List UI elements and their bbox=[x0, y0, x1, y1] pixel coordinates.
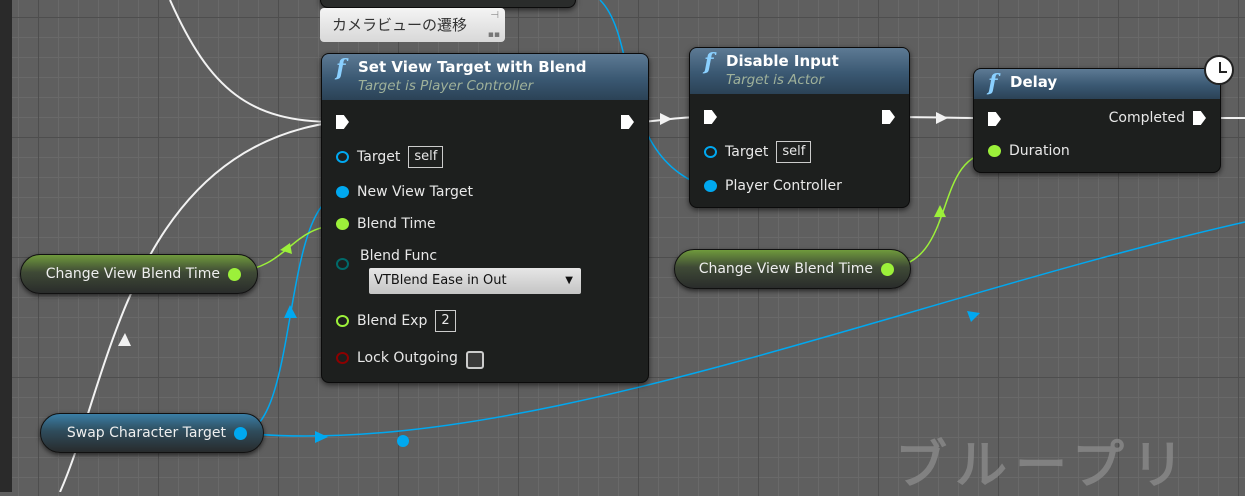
set-view-target-node[interactable]: f Set View Target with Blend Target is P… bbox=[321, 53, 649, 383]
pin-label: Player Controller bbox=[725, 178, 842, 194]
lock-outgoing-pin[interactable] bbox=[336, 352, 349, 364]
pin-label: New View Target bbox=[357, 184, 473, 200]
wire-arrow bbox=[936, 112, 948, 124]
exec-out-pin[interactable] bbox=[882, 110, 895, 124]
exec-wire bbox=[169, 0, 336, 123]
node-subtitle: Target is Player Controller bbox=[358, 78, 534, 94]
function-icon: f bbox=[704, 49, 714, 75]
pin-label: Target bbox=[725, 144, 769, 160]
variable-label: Change View Blend Time bbox=[698, 261, 873, 277]
blend-exp-pin[interactable] bbox=[336, 315, 349, 327]
swap-character-target-getter[interactable]: Swap Character Target bbox=[40, 413, 264, 453]
pin-label: Duration bbox=[1009, 143, 1070, 159]
clock-icon bbox=[1204, 55, 1234, 85]
function-icon: f bbox=[988, 70, 998, 96]
player-controller-pin[interactable] bbox=[704, 180, 717, 192]
pin-label: Blend Func bbox=[360, 248, 438, 264]
exec-out-pin[interactable] bbox=[621, 115, 634, 129]
pin-icon[interactable]: ⊣ bbox=[490, 10, 499, 21]
pin-label: Completed bbox=[1108, 110, 1185, 126]
exec-in-pin[interactable] bbox=[336, 115, 349, 129]
variable-label: Swap Character Target bbox=[66, 425, 226, 441]
wire-arrow bbox=[315, 431, 328, 443]
new-view-target-pin[interactable] bbox=[336, 186, 349, 198]
exec-in-pin[interactable] bbox=[704, 110, 717, 124]
comment-text: カメラビューの遷移 bbox=[332, 16, 468, 34]
pin-label: Blend Time bbox=[357, 216, 436, 232]
blend-func-pin[interactable] bbox=[336, 258, 349, 270]
variable-label: Change View Blend Time bbox=[45, 266, 220, 282]
pin-label: Lock Outgoing bbox=[357, 350, 458, 366]
node-subtitle: Target is Actor bbox=[726, 72, 824, 88]
blend-time-pin[interactable] bbox=[336, 218, 349, 230]
node-title: Set View Target with Blend bbox=[358, 58, 587, 76]
target-pin[interactable] bbox=[336, 151, 349, 163]
completed-exec-pin[interactable] bbox=[1193, 111, 1206, 125]
dropdown-value: VTBlend Ease in Out bbox=[374, 273, 507, 288]
blend-exp-value[interactable]: 2 bbox=[435, 310, 456, 332]
wire-arrow bbox=[660, 113, 672, 125]
pin-label: Target bbox=[357, 149, 401, 165]
function-icon: f bbox=[336, 55, 346, 81]
target-value[interactable]: self bbox=[776, 141, 812, 163]
lock-outgoing-checkbox[interactable] bbox=[465, 351, 484, 369]
pin-label: Blend Exp bbox=[357, 313, 428, 329]
target-value[interactable]: self bbox=[408, 146, 444, 168]
blend-func-dropdown[interactable]: VTBlend Ease in Out ▼ bbox=[369, 268, 581, 294]
reroute-dot bbox=[397, 435, 409, 447]
wire-arrow bbox=[284, 305, 297, 318]
wire-arrow bbox=[967, 311, 980, 322]
node-title: Delay bbox=[1010, 73, 1058, 91]
delay-node[interactable]: f Delay Completed Duration bbox=[973, 55, 1234, 173]
offscreen-node[interactable] bbox=[320, 0, 576, 8]
exec-in-pin[interactable] bbox=[988, 112, 1001, 126]
comment-bubble[interactable]: カメラビューの遷移 ⊣ ▪▪ bbox=[320, 8, 505, 42]
disable-input-node[interactable]: f Disable Input Target is Actor Target se… bbox=[689, 47, 910, 208]
change-view-blend-time-getter[interactable]: Change View Blend Time bbox=[20, 254, 258, 294]
output-pin[interactable] bbox=[228, 267, 241, 281]
comment-options-icon[interactable]: ▪▪ bbox=[488, 30, 500, 40]
change-view-blend-time-getter[interactable]: Change View Blend Time bbox=[674, 249, 911, 289]
output-pin[interactable] bbox=[881, 262, 894, 276]
wire-arrow bbox=[118, 333, 131, 346]
chevron-down-icon: ▼ bbox=[565, 275, 573, 286]
output-pin[interactable] bbox=[234, 426, 247, 440]
target-pin[interactable] bbox=[704, 146, 717, 158]
node-title: Disable Input bbox=[726, 52, 839, 70]
duration-pin[interactable] bbox=[988, 145, 1001, 157]
